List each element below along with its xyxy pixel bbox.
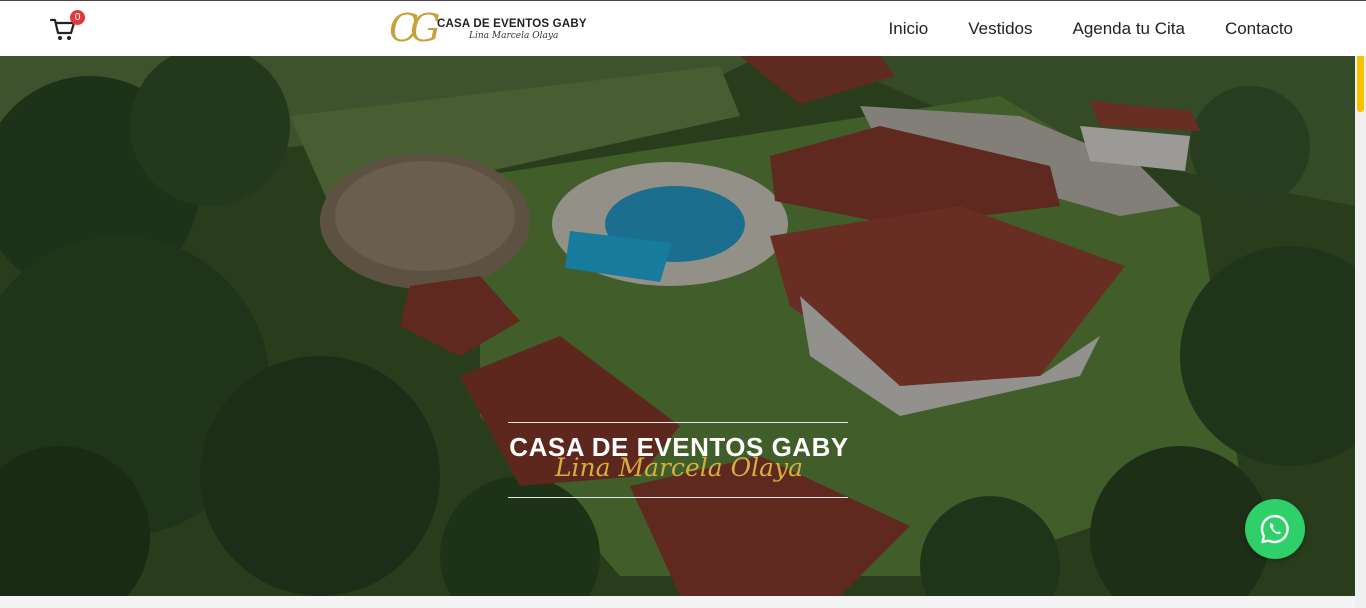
whatsapp-button[interactable] (1245, 499, 1305, 559)
logo-monogram: CG (389, 6, 441, 50)
nav-agenda-tu-cita[interactable]: Agenda tu Cita (1072, 19, 1184, 39)
main-nav: Inicio Vestidos Agenda tu Cita Contacto (889, 1, 1293, 57)
cart-count-badge: 0 (70, 10, 85, 25)
nav-contacto[interactable]: Contacto (1225, 19, 1293, 39)
hero-divider-bottom (508, 497, 848, 498)
site-logo[interactable]: CG CASA DE EVENTOS GABY Lina Marcela Ola… (387, 6, 587, 53)
hero-title-block: CASA DE EVENTOS GABY Lina Marcela Olaya (503, 422, 855, 498)
whatsapp-icon (1260, 514, 1289, 544)
nav-inicio[interactable]: Inicio (889, 19, 929, 39)
logo-title: CASA DE EVENTOS GABY (437, 18, 587, 30)
site-header: 0 CG CASA DE EVENTOS GABY Lina Marcela O… (0, 0, 1366, 56)
hero-subtitle: Lina Marcela Olaya (554, 453, 804, 482)
hero-dark-overlay (0, 56, 1355, 596)
next-section-strip (0, 596, 1355, 608)
nav-vestidos[interactable]: Vestidos (968, 19, 1032, 39)
page-scrollbar[interactable] (1355, 0, 1366, 608)
logo-subtitle: Lina Marcela Olaya (469, 31, 559, 41)
hero-divider-top (508, 422, 848, 423)
hero-banner: CASA DE EVENTOS GABY Lina Marcela Olaya (0, 56, 1355, 596)
